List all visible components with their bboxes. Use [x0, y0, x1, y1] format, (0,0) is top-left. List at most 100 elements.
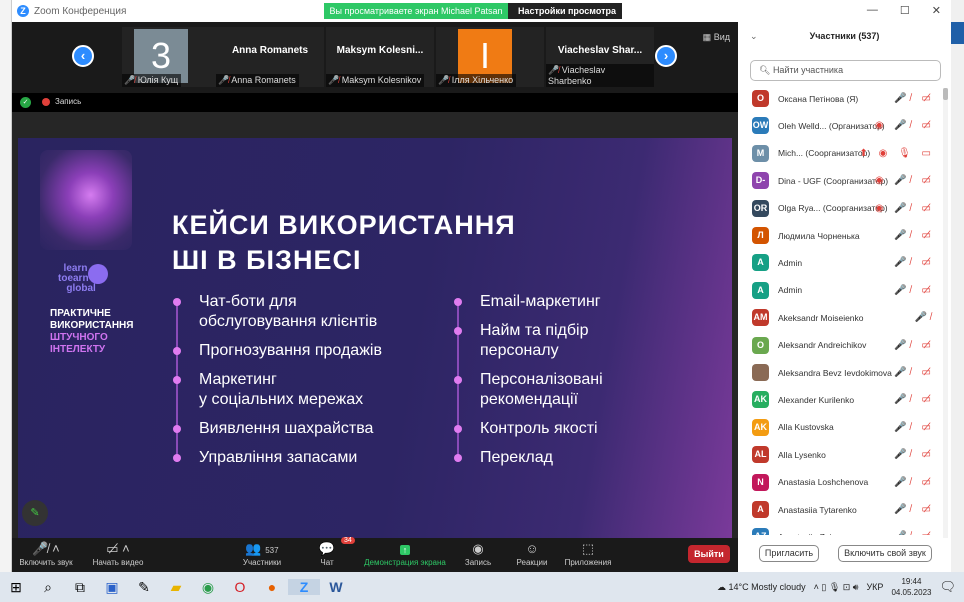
mic-camera-status-icons: 🎤̸ ▭̸ [894, 93, 935, 104]
annotate-pen-button[interactable]: ✎ [22, 500, 48, 526]
participant-row[interactable]: A Admin 🎤̸ ▭̸ [738, 277, 943, 304]
participant-row[interactable]: O Aleksandr Andreichikov 🎤̸ ▭̸ [738, 332, 943, 359]
participant-row[interactable]: AK Alla Kustovska 🎤̸ ▭̸ [738, 414, 943, 441]
zoom-logo-icon: Z [17, 5, 29, 17]
file-explorer-icon[interactable]: ▰ [160, 579, 192, 596]
participants-button[interactable]: 👥 537 Участники [234, 541, 290, 567]
use-case-item: Чат-боти для обслуговування клієнтів [173, 292, 382, 332]
participant-row[interactable]: N Anastasia Loshchenova 🎤̸ ▭̸ [738, 469, 943, 496]
firefox-icon[interactable]: ● [256, 579, 288, 595]
participant-row[interactable]: OR Olga Rya... (Соорганизатор) ◉ 🎤̸ ▭̸ [738, 195, 943, 222]
view-options-button[interactable]: Настройки просмотра ⌄ [508, 3, 622, 32]
muted-mic-icon: 🎤̸ [328, 75, 340, 85]
invite-button[interactable]: Пригласить [759, 545, 819, 562]
search-placeholder: Найти участника [772, 65, 844, 75]
unmute-self-button[interactable]: Включить свой звук [838, 545, 932, 562]
view-options-label: Настройки просмотра [518, 6, 617, 16]
participant-row[interactable]: AK Alexander Kurilenko 🎤̸ ▭̸ [738, 386, 943, 413]
zoom-window: Z Zoom Конференция Вы просматриваете экр… [12, 0, 951, 572]
share-banner: Вы просматриваете экран Michael Patsan Н… [324, 3, 622, 32]
avatar: N [752, 473, 769, 491]
share-screen-button[interactable]: ↑ Демонстрация экрана [360, 541, 450, 567]
weather-widget[interactable]: ☁ 14°C Mostly cloudy [717, 582, 806, 593]
participant-row[interactable]: A Admin 🎤̸ ▭̸ [738, 249, 943, 276]
participant-row[interactable]: D- Dina - UGF (Соорганизатор) ◉ 🎤̸ ▭̸ [738, 167, 943, 194]
participant-row[interactable]: OW Oleh Welld... (Организатор) ◉ 🎤̸ ▭̸ [738, 112, 943, 139]
apps-icon: ⬚ [581, 541, 595, 556]
notifications-icon[interactable]: 🗨︎ [939, 579, 956, 595]
use-case-item: Контроль якості [454, 419, 603, 439]
use-case-item: Прогнозування продажів [173, 341, 382, 361]
video-tile[interactable]: Maksym Kolesni... 🎤̸ Maksym Kolesnikov [326, 27, 434, 87]
participants-count: 537 [265, 546, 279, 555]
word-icon[interactable]: W [320, 579, 352, 595]
muted-mic-icon: 🎤̸ [438, 75, 450, 85]
view-button[interactable]: ▦ Вид [703, 32, 730, 43]
maximize-button[interactable]: ☐ [900, 4, 910, 17]
unmute-button[interactable]: 🎤̸ ˄ Включить звук [18, 541, 74, 567]
record-button[interactable]: ◉ Запись [458, 541, 498, 567]
app-icon[interactable]: ✎ [128, 579, 160, 596]
video-tile[interactable]: Anna Romanets 🎤̸ Anna Romanets [216, 27, 324, 87]
chrome-icon[interactable]: ◉ [192, 579, 224, 596]
panel-title: Участники (537) [809, 31, 880, 41]
close-button[interactable]: ✕ [932, 4, 941, 17]
use-case-item: Найм та підбір персоналу [454, 321, 603, 361]
shield-icon[interactable]: ✓ [20, 97, 31, 108]
desktop-background-right [951, 0, 964, 572]
start-video-button[interactable]: ▭̸ ˄ Начать видео [90, 541, 146, 567]
video-tile[interactable]: I 🎤̸ Ілля Хільченко [436, 27, 544, 87]
weather-text: 14°C Mostly cloudy [728, 581, 806, 592]
video-tile[interactable]: 3 🎤̸ Юлія Кущ [122, 27, 230, 87]
tray-icons[interactable]: ˄ ▯ 🎙 ⊡ 🔊︎ [814, 582, 859, 593]
use-case-item: Виявлення шахрайства [173, 419, 382, 439]
windows-taskbar: ⊞ ⌕ ⧉ ▣ ✎ ▰ ◉ O ● Z W ☁ 14°C Mostly clou… [0, 572, 964, 602]
participant-row[interactable]: Aleksandra Bevz Ievdokimova 🎤̸ ▭̸ [738, 359, 943, 386]
scrollbar[interactable] [943, 88, 948, 538]
minimize-button[interactable]: — [867, 4, 878, 17]
participant-search-input[interactable]: 🔍︎ Найти участника [750, 60, 941, 81]
subtitle-line: ШТУЧНОГО [50, 332, 108, 343]
participant-row[interactable]: AZ Anastasiia Zuieva 🎤̸ ▭̸ [738, 523, 943, 535]
participant-name: Anastasiia Tytarenko [778, 504, 857, 515]
reactions-button[interactable]: ☺ Реакции [512, 541, 552, 567]
next-page-button[interactable]: › [655, 45, 677, 67]
clock[interactable]: 19:44 04.05.2023 [891, 576, 931, 598]
muted-mic-icon: 🎤̸ [124, 75, 136, 85]
app-icon[interactable]: ▣ [96, 579, 128, 596]
avatar: O [752, 336, 769, 354]
chevron-right-icon: › [663, 48, 669, 63]
participant-row[interactable]: Л Людмила Чорненька 🎤̸ ▭̸ [738, 222, 943, 249]
avatar: M [752, 144, 769, 162]
participants-panel: ⌄ Участники (537) 🔍︎ Найти участника О Ок… [738, 22, 951, 572]
participant-row[interactable]: AL Alla Lysenko 🎤̸ ▭̸ [738, 441, 943, 468]
mic-camera-status-icons: 🎤̸ ▭̸ [894, 531, 935, 535]
language-indicator[interactable]: УКР [866, 582, 883, 592]
video-tile[interactable]: Viacheslav Shar... 🎤̸ Viacheslav Sharben… [546, 27, 654, 87]
participant-row[interactable]: О Оксана Петінова (Я) 🎤̸ ▭̸ [738, 85, 943, 112]
chat-button[interactable]: 💬 Чат [312, 541, 342, 567]
share-screen-icon: ↑ [399, 545, 411, 555]
use-cases-right: Email-маркетинг Найм та підбір персоналу П… [454, 292, 603, 477]
chevron-left-icon: ‹ [80, 48, 86, 63]
participant-name: Dina - UGF (Соорганизатор) [778, 175, 889, 186]
search-icon[interactable]: ⌕ [32, 579, 64, 596]
time: 19:44 [901, 577, 922, 586]
participant-name: Anastasiia Zuieva [778, 532, 845, 535]
subtitle-line: ІНТЕЛЕКТУ [50, 344, 106, 355]
participant-row[interactable]: M Mich... (Соорганизатор) ⬆ ◉ 🎙 ▭ [738, 140, 943, 167]
view-label: Вид [713, 32, 730, 42]
participant-row[interactable]: AM Akeksandr Moiseienko 🎤̸ [738, 304, 943, 331]
opera-icon[interactable]: O [224, 579, 256, 595]
tile-display-name: Viacheslav Shar... [557, 45, 643, 56]
start-button[interactable]: ⊞ [0, 579, 32, 596]
task-view-icon[interactable]: ⧉ [64, 579, 96, 596]
participant-row[interactable]: A Anastasiia Tytarenko 🎤̸ ▭̸ [738, 496, 943, 523]
participant-name: Aleksandra Bevz Ievdokimova [778, 367, 892, 378]
participant-name: Alexander Kurilenko [778, 394, 855, 405]
zoom-taskbar-icon[interactable]: Z [288, 579, 320, 595]
apps-button[interactable]: ⬚ Приложения [560, 541, 616, 567]
previous-page-button[interactable]: ‹ [72, 45, 94, 67]
leave-button[interactable]: Выйти [688, 545, 730, 563]
tile-display-name: Anna Romanets [231, 45, 309, 56]
